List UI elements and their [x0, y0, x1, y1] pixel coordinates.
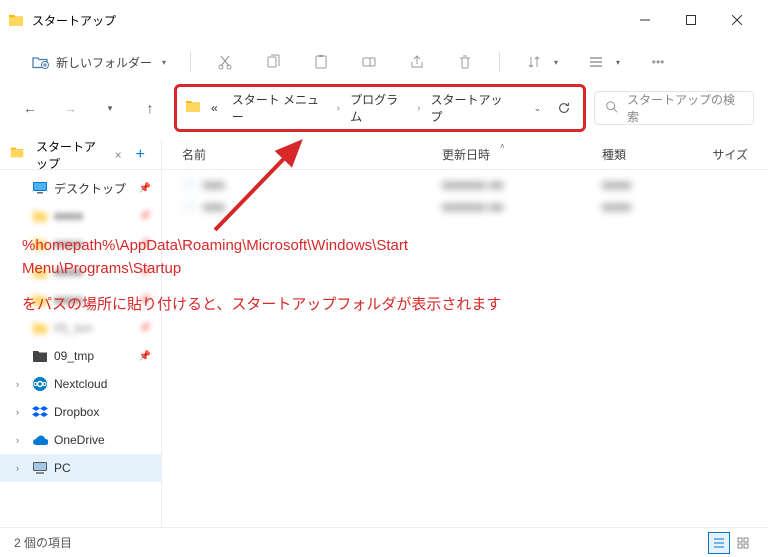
sort-indicator-icon: ˄: [500, 142, 505, 151]
pin-icon: 📌: [139, 211, 151, 222]
sidebar-item[interactable]: ■■■■ 📌: [0, 202, 161, 230]
history-dropdown[interactable]: ⌄: [527, 97, 548, 119]
folder-icon: [185, 98, 201, 119]
copy-button[interactable]: [253, 46, 293, 78]
tab-close-button[interactable]: ×: [115, 148, 122, 162]
chevron-right-icon: ›: [16, 407, 26, 417]
pin-icon: 📌: [139, 351, 151, 362]
sidebar-item[interactable]: デスクトップ 📌: [0, 174, 161, 202]
folder-icon: [32, 208, 48, 224]
view-details-button[interactable]: [708, 532, 730, 554]
share-button[interactable]: [397, 46, 437, 78]
pc-icon: [32, 460, 48, 476]
chevron-right-icon: ›: [16, 463, 26, 473]
more-button[interactable]: •••: [638, 46, 678, 78]
rename-icon: [359, 52, 379, 72]
annotation-path: %homepath%\AppData\Roaming\Microsoft\Win…: [22, 235, 501, 258]
breadcrumb-item[interactable]: プログラム: [346, 89, 411, 127]
cut-button[interactable]: [205, 46, 245, 78]
folder-icon: [10, 145, 24, 164]
sidebar-item[interactable]: 09_tmp 📌: [0, 342, 161, 370]
chevron-right-icon: ›: [417, 103, 420, 114]
sidebar-item-label: Dropbox: [54, 405, 99, 419]
cut-icon: [215, 52, 235, 72]
delete-button[interactable]: [445, 46, 485, 78]
new-folder-label: 新しいフォルダー: [56, 54, 152, 71]
file-row[interactable]: 📄■■■■■■■■■ ■■■■■■: [162, 196, 768, 218]
onedrive-icon: [32, 432, 48, 448]
view-icon: [586, 52, 606, 72]
breadcrumb-item[interactable]: スタートアップ: [427, 89, 515, 127]
maximize-button[interactable]: [668, 4, 714, 36]
tab-add-button[interactable]: +: [130, 146, 151, 164]
chevron-right-icon: ›: [16, 435, 26, 445]
desktop-icon: [32, 180, 48, 196]
recent-button[interactable]: ▾: [94, 92, 126, 124]
folder-icon: [32, 320, 48, 336]
sidebar-item[interactable]: › Nextcloud: [0, 370, 161, 398]
sidebar-item-label: PC: [54, 461, 71, 475]
nextcloud-icon: [32, 376, 48, 392]
sidebar-item-label: 09_tmp: [54, 349, 94, 363]
dropbox-icon: [32, 404, 48, 420]
address-bar[interactable]: « スタート メニュー › プログラム › スタートアップ ⌄: [174, 84, 586, 132]
folder-dark-icon: [32, 348, 48, 364]
sidebar-item[interactable]: › Dropbox: [0, 398, 161, 426]
sidebar-item-label: OneDrive: [54, 433, 105, 447]
separator: [190, 52, 191, 72]
sidebar-item[interactable]: 03_svn 📌: [0, 314, 161, 342]
sidebar-item[interactable]: › OneDrive: [0, 426, 161, 454]
share-icon: [407, 52, 427, 72]
copy-icon: [263, 52, 283, 72]
rename-button[interactable]: [349, 46, 389, 78]
view-icons-button[interactable]: [732, 532, 754, 554]
breadcrumb-overflow[interactable]: «: [207, 99, 222, 117]
sidebar-item-label: ■■■■: [54, 209, 83, 223]
column-size[interactable]: サイズ: [702, 146, 768, 163]
new-folder-icon: [30, 52, 50, 72]
column-type[interactable]: 種類: [602, 146, 702, 163]
chevron-down-icon: ▾: [162, 58, 166, 67]
delete-icon: [455, 52, 475, 72]
breadcrumb-item[interactable]: スタート メニュー: [228, 89, 331, 127]
search-input[interactable]: スタートアップの検索: [594, 91, 754, 125]
file-row[interactable]: 📄■■■■■■■■■ ■■■■■■: [162, 174, 768, 196]
sidebar-item-label: Nextcloud: [54, 377, 107, 391]
column-name[interactable]: 名前: [182, 146, 442, 163]
more-icon: •••: [648, 52, 668, 72]
paste-icon: [311, 52, 331, 72]
sidebar-item-label: デスクトップ: [54, 180, 126, 197]
annotation-overlay: %homepath%\AppData\Roaming\Microsoft\Win…: [22, 235, 501, 317]
up-button[interactable]: ↑: [134, 92, 166, 124]
sidebar-item[interactable]: › PC: [0, 454, 161, 482]
sort-button[interactable]: ▾: [514, 46, 568, 78]
new-folder-button[interactable]: 新しいフォルダー ▾: [20, 46, 176, 78]
minimize-button[interactable]: [622, 4, 668, 36]
chevron-right-icon: ›: [337, 103, 340, 114]
search-icon: [605, 100, 619, 117]
pin-icon: 📌: [139, 323, 151, 334]
status-count: 2 個の項目: [14, 534, 72, 551]
folder-icon: [8, 12, 24, 28]
annotation-path: Menu\Programs\Startup: [22, 258, 501, 281]
window-title: スタートアップ: [32, 12, 622, 29]
separator: [499, 52, 500, 72]
forward-button[interactable]: →: [54, 92, 86, 124]
chevron-right-icon: ›: [16, 379, 26, 389]
annotation-text: をパスの場所に貼り付けると、スタートアップフォルダが表示されます: [22, 294, 501, 317]
sidebar-item-label: 03_svn: [54, 321, 93, 335]
sort-icon: [524, 52, 544, 72]
tab-startup[interactable]: スタートアップ: [32, 140, 107, 174]
back-button[interactable]: ←: [14, 92, 46, 124]
refresh-button[interactable]: [554, 97, 575, 119]
column-date[interactable]: 更新日時: [442, 146, 602, 163]
view-button[interactable]: ▾: [576, 46, 630, 78]
close-button[interactable]: [714, 4, 760, 36]
column-headers[interactable]: ˄ 名前 更新日時 種類 サイズ: [162, 140, 768, 170]
search-placeholder: スタートアップの検索: [627, 91, 743, 125]
pin-icon: 📌: [139, 183, 151, 194]
paste-button[interactable]: [301, 46, 341, 78]
